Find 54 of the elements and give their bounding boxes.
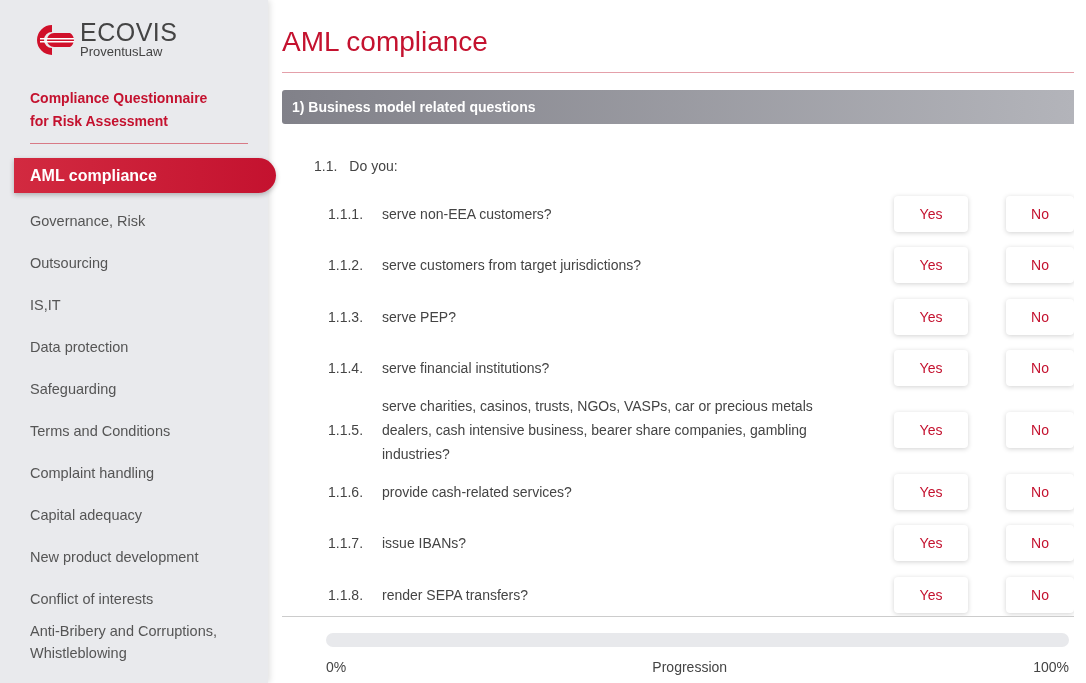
question-number: 1.1.3. <box>328 308 365 325</box>
no-button[interactable]: No <box>1006 525 1074 562</box>
question-text: serve customers from target jurisdictions? <box>382 256 643 276</box>
question-number: 1.1.6. <box>328 483 365 500</box>
question-number: 1.1.8. <box>328 586 365 603</box>
yes-button[interactable]: Yes <box>894 195 968 232</box>
no-button[interactable]: No <box>1006 247 1074 284</box>
question-text: render SEPA transfers? <box>382 585 530 605</box>
sidebar-item[interactable]: Outsourcing <box>0 242 268 284</box>
no-button[interactable]: No <box>1006 195 1074 232</box>
question-number: 1.1.2. <box>328 257 365 274</box>
logo-name: ECOVIS <box>80 20 178 44</box>
question-text: serve financial institutions? <box>382 359 551 379</box>
page-title: AML compliance <box>282 26 1074 73</box>
yes-button[interactable]: Yes <box>894 350 968 387</box>
sidebar-item[interactable]: Safeguarding <box>0 368 268 410</box>
sidebar-item[interactable]: New product development <box>0 536 268 578</box>
question-text: Do you: <box>349 158 398 174</box>
no-button[interactable]: No <box>1006 350 1074 387</box>
sidebar-item[interactable]: Governance, Risk <box>0 200 268 242</box>
sidebar-item[interactable]: Conflict of interests <box>0 578 268 620</box>
yes-button[interactable]: Yes <box>894 473 968 510</box>
sidebar-item[interactable]: Data protection <box>0 326 268 368</box>
progress-label: Progression <box>652 659 728 675</box>
section-title: 1) Business model related questions <box>292 99 536 115</box>
question-number: 1.1. <box>314 158 338 174</box>
logo-subtitle: ProventusLaw <box>80 44 164 59</box>
question-text: serve charities, casinos, trusts, NGOs, VASPs, car or precious metals dealers, cash intensive business, bearer share companies, gambling industries? <box>382 397 814 464</box>
no-button[interactable]: No <box>1006 473 1074 510</box>
progress-end-label: 100% <box>1033 659 1069 675</box>
yes-button[interactable]: Yes <box>894 412 968 448</box>
question-text: serve non-EEA customers? <box>382 204 553 224</box>
sidebar-item[interactable]: Anti-Bribery and Corruptions, Whistleblowing <box>0 620 268 664</box>
progress-start-label: 0% <box>326 659 347 675</box>
question-number: 1.1.7. <box>328 535 365 552</box>
question-number: 1.1.1. <box>328 205 365 222</box>
no-button[interactable]: No <box>1006 576 1074 613</box>
yes-button[interactable]: Yes <box>894 576 968 613</box>
sidebar-item[interactable]: IS,IT <box>0 284 268 326</box>
yes-button[interactable]: Yes <box>894 247 968 284</box>
question-text: provide cash-related services? <box>382 482 573 502</box>
no-button[interactable]: No <box>1006 412 1074 448</box>
question-number: 1.1.5. <box>328 422 365 438</box>
sidebar-subtitle: Compliance Questionnaire for Risk Assessment <box>30 87 248 144</box>
question-text: issue IBANs? <box>382 534 468 554</box>
sidebar-item[interactable]: Capital adequacy <box>0 494 268 536</box>
no-button[interactable]: No <box>1006 298 1074 335</box>
yes-button[interactable]: Yes <box>894 525 968 562</box>
sidebar-item[interactable]: AML compliance <box>14 158 276 193</box>
question-number: 1.1.4. <box>328 360 365 377</box>
sidebar-item[interactable]: Complaint handling <box>0 452 268 494</box>
sidebar-item[interactable]: Terms and Conditions <box>0 410 268 452</box>
yes-button[interactable]: Yes <box>894 298 968 335</box>
question-text: serve PEP? <box>382 307 457 327</box>
